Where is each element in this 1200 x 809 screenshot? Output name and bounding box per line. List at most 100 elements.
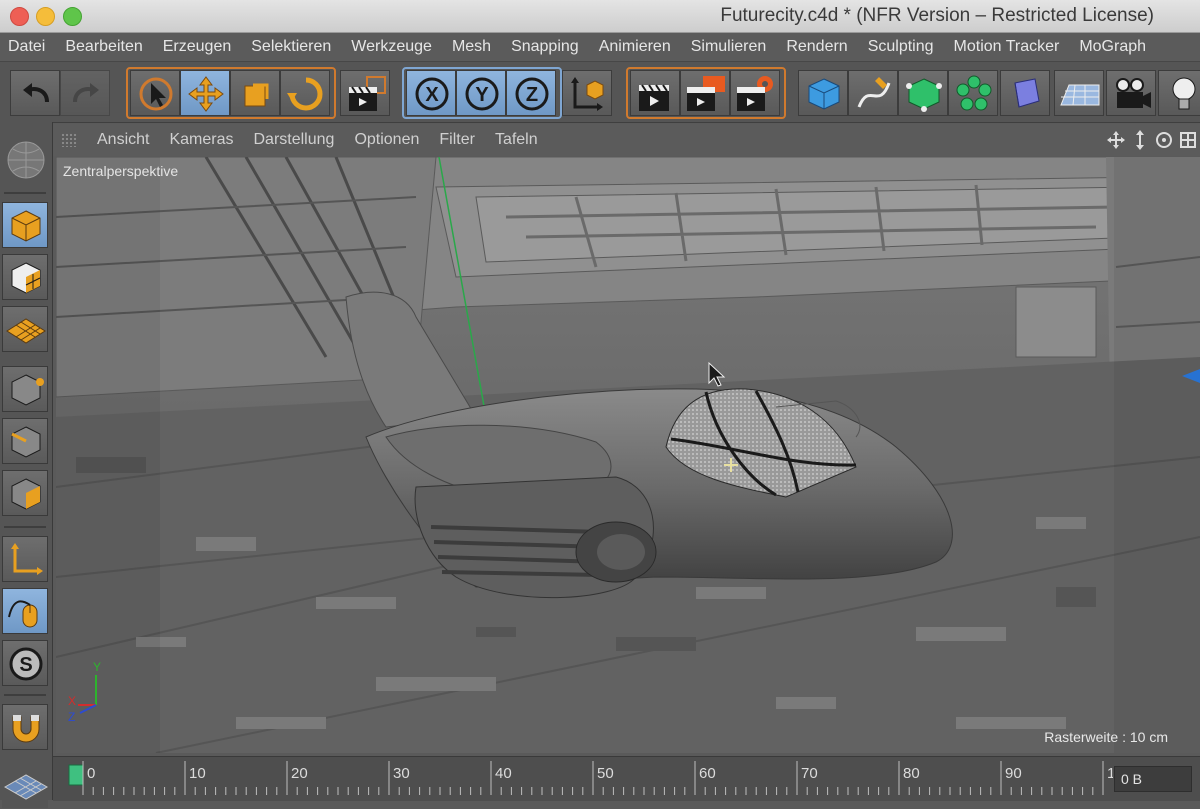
scale-icon bbox=[244, 83, 269, 107]
menu-motion-tracker[interactable]: Motion Tracker bbox=[944, 38, 1070, 56]
deformer-icon bbox=[1014, 78, 1040, 108]
palette-separator bbox=[4, 526, 46, 528]
viewport-menu-kameras[interactable]: Kameras bbox=[159, 131, 243, 149]
x-axis-lock-button[interactable]: X bbox=[406, 70, 456, 116]
live-selection-button[interactable] bbox=[130, 70, 180, 116]
tweak-mode-button[interactable] bbox=[2, 588, 48, 634]
z-axis-icon: Z bbox=[515, 77, 549, 111]
menu-bearbeiten[interactable]: Bearbeiten bbox=[55, 38, 152, 56]
add-deformer-button[interactable] bbox=[1000, 70, 1050, 116]
menu-selektieren[interactable]: Selektieren bbox=[241, 38, 341, 56]
add-nurbs-button[interactable] bbox=[898, 70, 948, 116]
timeline-tick-label: 10 bbox=[189, 765, 206, 782]
cube-icon bbox=[808, 78, 840, 110]
viewport-menu-tafeln[interactable]: Tafeln bbox=[485, 131, 548, 149]
add-cube-button[interactable] bbox=[798, 70, 848, 116]
close-window-button[interactable] bbox=[10, 7, 29, 26]
workplane-icon bbox=[6, 318, 46, 344]
viewport-grip-icon[interactable] bbox=[61, 133, 77, 147]
axis-mode-button[interactable] bbox=[2, 536, 48, 582]
viewport-projection-label[interactable]: Zentralperspektive bbox=[63, 163, 178, 179]
viewport-menu-optionen[interactable]: Optionen bbox=[344, 131, 429, 149]
menu-datei[interactable]: Datei bbox=[0, 38, 55, 56]
redo-icon bbox=[73, 83, 99, 103]
undo-button[interactable] bbox=[10, 70, 60, 116]
spline-pen-icon bbox=[857, 77, 891, 108]
viewport-menubar: Ansicht Kameras Darstellung Optionen Fil… bbox=[53, 124, 1200, 156]
edge-mode-button[interactable] bbox=[2, 418, 48, 464]
add-camera-button[interactable] bbox=[1106, 70, 1156, 116]
y-axis-lock-button[interactable]: Y bbox=[456, 70, 506, 116]
add-spline-button[interactable] bbox=[848, 70, 898, 116]
redo-button[interactable] bbox=[60, 70, 110, 116]
polygon-mode-button[interactable] bbox=[2, 470, 48, 516]
timeline-tick-label: 50 bbox=[597, 765, 614, 782]
edge-mode-icon bbox=[11, 426, 41, 458]
menu-rendern[interactable]: Rendern bbox=[776, 38, 857, 56]
pan-view-icon[interactable] bbox=[1104, 128, 1128, 152]
point-mode-button[interactable] bbox=[2, 366, 48, 412]
grid-plane-icon bbox=[3, 774, 49, 800]
zoom-window-button[interactable] bbox=[63, 7, 82, 26]
menu-snapping[interactable]: Snapping bbox=[501, 38, 589, 56]
add-light-button[interactable] bbox=[1158, 70, 1200, 116]
zoom-view-icon[interactable] bbox=[1128, 128, 1152, 152]
z-axis-lock-button[interactable]: Z bbox=[506, 70, 556, 116]
safe-frame-right bbox=[1114, 157, 1200, 753]
render-region-button[interactable] bbox=[340, 70, 390, 116]
current-frame-field[interactable]: 0 B bbox=[1114, 766, 1192, 792]
timeline-tick-label: 70 bbox=[801, 765, 818, 782]
menu-mesh[interactable]: Mesh bbox=[442, 38, 501, 56]
snap-icon: S bbox=[9, 647, 43, 681]
nurbs-icon bbox=[906, 78, 942, 112]
render-clapper-icon bbox=[349, 76, 386, 111]
menu-werkzeuge[interactable]: Werkzeuge bbox=[341, 38, 442, 56]
z-axis-label: Z bbox=[526, 84, 538, 106]
3d-viewport[interactable]: Y X Z Zentralperspektive Rasterweite : 1… bbox=[56, 157, 1200, 753]
y-axis-icon: Y bbox=[465, 77, 499, 111]
window-title: Futurecity.c4d * (NFR Version – Restrict… bbox=[720, 5, 1154, 26]
menu-animieren[interactable]: Animieren bbox=[589, 38, 681, 56]
texture-mode-button[interactable] bbox=[2, 254, 48, 300]
picture-viewer-icon bbox=[687, 76, 725, 111]
coordinate-system-button[interactable] bbox=[562, 70, 612, 116]
move-tool-button[interactable] bbox=[180, 70, 230, 116]
snap-toggle-button[interactable]: S bbox=[2, 640, 48, 686]
magnet-tool-button[interactable] bbox=[2, 704, 48, 750]
palette-separator bbox=[4, 694, 46, 696]
grid-plane-button[interactable] bbox=[2, 762, 49, 808]
minimize-window-button[interactable] bbox=[36, 7, 55, 26]
add-array-button[interactable] bbox=[948, 70, 998, 116]
render-picture-viewer-button[interactable] bbox=[680, 70, 730, 116]
viewport-menu-filter[interactable]: Filter bbox=[429, 131, 485, 149]
workplane-mode-button[interactable] bbox=[2, 306, 48, 352]
timeline-tick-label: 40 bbox=[495, 765, 512, 782]
add-floor-button[interactable] bbox=[1054, 70, 1104, 116]
camera-icon bbox=[1116, 78, 1151, 108]
select-arrow-icon bbox=[139, 77, 173, 111]
scale-tool-button[interactable] bbox=[230, 70, 280, 116]
polygon-mode-icon bbox=[11, 478, 41, 510]
render-settings-button[interactable] bbox=[730, 70, 780, 116]
x-axis-label: X bbox=[425, 84, 439, 106]
checker-cube-icon bbox=[11, 262, 41, 294]
window-titlebar: Futurecity.c4d * (NFR Version – Restrict… bbox=[0, 0, 1200, 33]
menu-mograph[interactable]: MoGraph bbox=[1069, 38, 1156, 56]
viewport-menu-ansicht[interactable]: Ansicht bbox=[87, 131, 159, 149]
toggle-views-icon[interactable] bbox=[1176, 128, 1200, 152]
object-mode-button[interactable] bbox=[2, 202, 48, 248]
axis-mode-icon bbox=[11, 543, 43, 575]
timeline-bar[interactable]: 0 10 20 30 40 50 60 70 80 90 100 0 B bbox=[53, 756, 1200, 801]
menu-erzeugen[interactable]: Erzeugen bbox=[153, 38, 242, 56]
rotate-tool-button[interactable] bbox=[280, 70, 330, 116]
render-view-button[interactable] bbox=[630, 70, 680, 116]
viewport-menu-darstellung[interactable]: Darstellung bbox=[244, 131, 345, 149]
sphere-grid-icon bbox=[7, 141, 45, 179]
point-mode-icon bbox=[11, 374, 44, 406]
menu-sculpting[interactable]: Sculpting bbox=[858, 38, 944, 56]
model-mode-button[interactable] bbox=[2, 136, 48, 182]
playhead-marker[interactable] bbox=[68, 764, 84, 786]
palette-separator bbox=[4, 192, 46, 194]
rotate-view-icon[interactable] bbox=[1152, 128, 1176, 152]
menu-simulieren[interactable]: Simulieren bbox=[681, 38, 777, 56]
